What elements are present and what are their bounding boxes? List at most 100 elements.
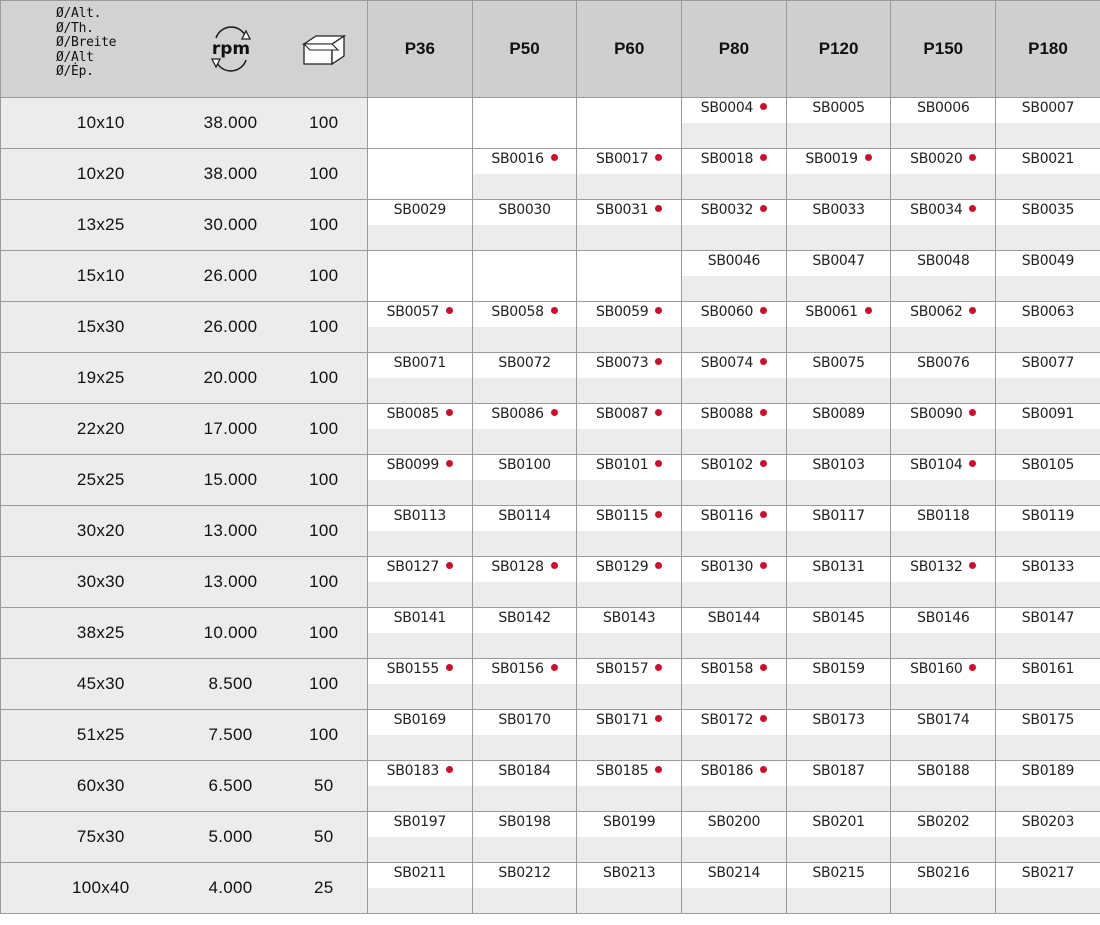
article-code-wrap: SB0185 (577, 763, 681, 779)
cell-band (577, 174, 682, 199)
cell-band (577, 735, 682, 760)
article-code-wrap: SB0074 (682, 355, 786, 371)
article-cell: SB0102 (681, 454, 787, 506)
article-code-wrap: SB0048 (891, 253, 995, 269)
availability-dot-icon (655, 511, 663, 518)
article-cell: SB0018 (681, 148, 787, 200)
article-code: SB0113 (393, 508, 447, 524)
table-row: 15x30 26.000 100 SB0057 SB0058 SB0059 SB0060 SB… (0, 301, 1100, 353)
article-code-wrap: SB0157 (577, 661, 681, 677)
article-code: SB0183 (386, 763, 440, 779)
article-code-wrap: SB0058 (473, 304, 577, 320)
article-cell: SB0211 (367, 862, 473, 914)
cell-band (996, 786, 1100, 811)
article-code: SB0175 (1021, 712, 1075, 728)
article-code: SB0186 (700, 763, 754, 779)
article-cell: SB0060 (681, 301, 787, 353)
article-cell: SB0091 (995, 403, 1100, 455)
article-code-wrap: SB0071 (368, 355, 472, 371)
cell-band (786, 582, 891, 607)
article-cell: SB0087 (576, 403, 683, 455)
article-code-wrap: SB0062 (891, 304, 995, 320)
availability-dot-icon (969, 409, 977, 416)
article-code: SB0213 (603, 865, 656, 881)
article-code-wrap: SB0049 (996, 253, 1100, 269)
article-cell: SB0127 (367, 556, 473, 608)
article-code-wrap: SB0086 (473, 406, 577, 422)
article-code: SB0115 (596, 508, 649, 524)
article-code-wrap: SB0061 (787, 304, 891, 320)
cell-band (996, 684, 1100, 709)
size-cell: 30x30 (0, 556, 181, 608)
article-code-wrap: SB0104 (891, 457, 995, 473)
article-cell: SB0156 (471, 658, 578, 710)
grit-header-p50: P50 (471, 0, 578, 98)
article-code: SB0127 (386, 559, 440, 575)
quantity-cell: 100 (280, 658, 368, 710)
article-code-wrap: SB0016 (473, 151, 577, 167)
article-cell: SB0071 (367, 352, 473, 404)
cell-band (996, 378, 1100, 403)
article-code-wrap: SB0006 (891, 100, 995, 116)
article-code-wrap: SB0005 (787, 100, 891, 116)
article-code-wrap: SB0145 (787, 610, 891, 626)
article-cell: SB0161 (995, 658, 1100, 710)
article-code-wrap: SB0127 (368, 559, 472, 575)
article-cell: SB0158 (681, 658, 787, 710)
article-code: SB0058 (491, 304, 544, 320)
article-code-wrap: SB0217 (996, 865, 1100, 881)
article-code: SB0114 (498, 508, 551, 524)
cell-band (996, 123, 1100, 148)
article-cell: SB0058 (471, 301, 578, 353)
article-cell: SB0073 (576, 352, 683, 404)
article-code-wrap: SB0057 (368, 304, 472, 320)
cell-band (577, 378, 682, 403)
article-cell: SB0141 (367, 607, 473, 659)
article-code-wrap: SB0075 (787, 355, 891, 371)
article-code-wrap: SB0021 (996, 151, 1100, 167)
article-cell: SB0063 (995, 301, 1100, 353)
article-code: SB0212 (498, 865, 551, 881)
availability-dot-icon (446, 307, 453, 314)
article-cell (367, 250, 473, 302)
availability-dot-icon (446, 562, 453, 569)
table-row: 19x25 20.000 100 SB0071 SB0072 SB0073 SB0074 SB… (0, 352, 1100, 404)
article-code-wrap: SB0073 (577, 355, 681, 371)
article-cell: SB0215 (785, 862, 892, 914)
cell-band (891, 225, 996, 250)
table-row: 30x20 13.000 100 SB0113 SB0114 SB0115 SB0116 SB… (0, 505, 1100, 557)
article-code: SB0029 (393, 202, 447, 218)
cell-band (368, 684, 472, 709)
article-code-wrap: SB0128 (473, 559, 577, 575)
quantity-cell: 100 (280, 301, 368, 353)
availability-dot-icon (969, 205, 977, 212)
quantity-cell: 50 (280, 811, 368, 863)
availability-dot-icon (864, 307, 872, 314)
article-cell: SB0213 (576, 862, 683, 914)
abrasive-band-table: Ø/Alt. Ø/Th. Ø/Breite Ø/Alt Ø/Ép. rpm P3… (0, 0, 1100, 914)
article-code-wrap: SB0211 (368, 865, 472, 881)
cell-band (577, 429, 682, 454)
article-cell: SB0090 (890, 403, 997, 455)
size-cell: 30x20 (0, 505, 181, 557)
article-code: SB0074 (700, 355, 754, 371)
table-row: 10x10 38.000 100 SB0004 SB0005 SB0006 SB0007 (0, 97, 1100, 149)
article-code: SB0007 (1021, 100, 1075, 116)
article-code: SB0130 (700, 559, 754, 575)
cell-band (577, 531, 682, 556)
availability-dot-icon (760, 307, 768, 314)
availability-dot-icon (446, 409, 453, 416)
article-cell: SB0129 (576, 556, 683, 608)
article-code-wrap: SB0186 (682, 763, 786, 779)
article-code-wrap: SB0035 (996, 202, 1100, 218)
article-cell: SB0143 (576, 607, 683, 659)
article-code-wrap: SB0113 (368, 508, 472, 524)
article-code: SB0017 (596, 151, 649, 167)
availability-dot-icon (760, 358, 768, 365)
cell-band (682, 888, 786, 913)
article-code: SB0147 (1021, 610, 1075, 626)
dimension-label: Ø/Th. (56, 20, 94, 36)
table-row: 25x25 15.000 100 SB0099 SB0100 SB0101 SB0102 SB… (0, 454, 1100, 506)
article-code-wrap: SB0198 (473, 814, 577, 830)
cell-band (996, 531, 1100, 556)
